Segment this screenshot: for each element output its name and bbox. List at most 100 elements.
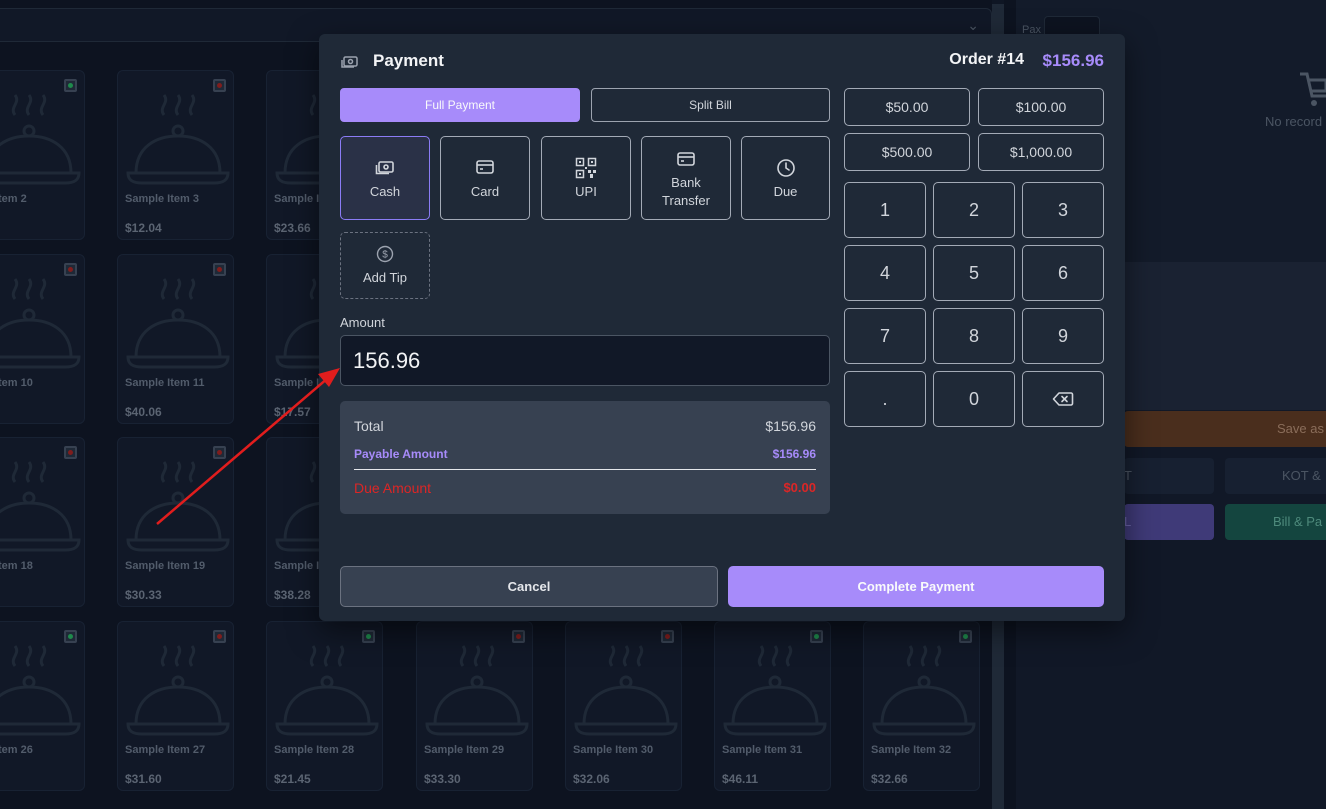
menu-item-name: Sample Item 19: [125, 560, 206, 572]
food-type-icon: [213, 446, 226, 459]
menu-item-card[interactable]: ple Item 245: [0, 70, 85, 240]
keypad-1[interactable]: 1: [844, 182, 926, 238]
quick-amount-100[interactable]: $100.00: [978, 88, 1104, 126]
due-amount-value: $0.00: [783, 480, 816, 495]
menu-item-card[interactable]: Sample Item 29 $33.30: [416, 621, 533, 791]
menu-item-name: ple Item 26: [0, 744, 33, 756]
menu-item-card[interactable]: Sample Item 27 $31.60: [117, 621, 234, 791]
menu-item-card[interactable]: Sample Item 32 $32.66: [863, 621, 980, 791]
due-label: Due: [773, 184, 798, 199]
due-method-button[interactable]: Due: [741, 136, 830, 220]
menu-item-name: Sample Item 11: [125, 377, 205, 389]
menu-item-price: $46.11: [722, 772, 759, 786]
card-method-button[interactable]: Card: [440, 136, 530, 220]
cash-label: Cash: [369, 184, 401, 199]
menu-item-price: $30.33: [125, 588, 162, 602]
no-records-text: No record: [1265, 114, 1323, 129]
cancel-button[interactable]: Cancel: [340, 566, 718, 607]
split-bill-tab[interactable]: Split Bill: [591, 88, 830, 122]
payment-summary: Total $156.96 Payable Amount $156.96 Due…: [340, 401, 830, 514]
menu-item-name: Sample Item 32: [871, 744, 952, 756]
keypad-5[interactable]: 5: [933, 245, 1015, 301]
food-type-icon: [64, 446, 77, 459]
menu-item-price: $38.28: [274, 588, 311, 602]
keypad-0[interactable]: 0: [933, 371, 1015, 427]
keypad-2[interactable]: 2: [933, 182, 1015, 238]
total-label: Total: [354, 418, 384, 434]
menu-item-price: $12.04: [125, 221, 162, 235]
menu-item-price: $33.30: [424, 772, 461, 786]
menu-item-card[interactable]: ple Item 1006: [0, 254, 85, 424]
menu-item-price: $40.06: [125, 405, 162, 419]
food-type-icon: [213, 79, 226, 92]
add-tip-button[interactable]: $ Add Tip: [340, 232, 430, 299]
keypad-6[interactable]: 6: [1022, 245, 1104, 301]
upi-label: UPI: [575, 184, 597, 199]
dollar-circle-icon: $: [341, 245, 429, 263]
menu-item-name: Sample Item 29: [424, 744, 505, 756]
complete-payment-button[interactable]: Complete Payment: [728, 566, 1104, 607]
food-type-icon: [959, 630, 972, 643]
food-type-icon: [213, 263, 226, 276]
total-value: $156.96: [765, 418, 816, 434]
quick-amount-500[interactable]: $500.00: [844, 133, 970, 171]
modal-title: Payment: [373, 51, 444, 70]
food-type-icon: [64, 630, 77, 643]
keypad-7[interactable]: 7: [844, 308, 926, 364]
menu-item-name: Sample Item 27: [125, 744, 206, 756]
bank-label-line1: Bank: [671, 175, 701, 190]
cart-icon: [1300, 72, 1326, 106]
menu-item-card[interactable]: ple Item 1856: [0, 437, 85, 607]
card-icon: [441, 159, 529, 175]
kot-print-button[interactable]: KOT &: [1225, 458, 1326, 494]
keypad-9[interactable]: 9: [1022, 308, 1104, 364]
menu-item-price: $23.66: [274, 221, 311, 235]
menu-item-name: Sample Item 3: [125, 193, 199, 205]
action-button[interactable]: L: [1124, 504, 1214, 540]
food-type-icon: [362, 630, 375, 643]
menu-item-price: $21.45: [274, 772, 311, 786]
menu-item-card[interactable]: Sample Item 30 $32.06: [565, 621, 682, 791]
menu-item-card[interactable]: ple Item 2638: [0, 621, 85, 791]
order-number: Order #14: [949, 51, 1024, 68]
menu-item-card[interactable]: Sample Item 19 $30.33: [117, 437, 234, 607]
bill-pay-button[interactable]: Bill & Pa: [1225, 504, 1326, 540]
food-type-icon: [512, 630, 525, 643]
cash-method-button[interactable]: Cash: [340, 136, 430, 220]
quick-amount-50[interactable]: $50.00: [844, 88, 970, 126]
menu-item-name: Sample Item 28: [274, 744, 355, 756]
order-total: $156.96: [1042, 51, 1104, 70]
menu-item-name: Sample It: [274, 560, 323, 572]
food-type-icon: [64, 79, 77, 92]
payment-icon: [341, 56, 358, 68]
keypad-8[interactable]: 8: [933, 308, 1015, 364]
keypad-backspace[interactable]: [1022, 371, 1104, 427]
card-label: Card: [470, 184, 500, 199]
upi-method-button[interactable]: UPI: [541, 136, 631, 220]
food-type-icon: [64, 263, 77, 276]
qr-code-icon: [542, 157, 630, 179]
keypad-4[interactable]: 4: [844, 245, 926, 301]
menu-item-name: Sample It: [274, 377, 323, 389]
svg-text:$: $: [382, 250, 388, 261]
quick-amount-1000[interactable]: $1,000.00: [978, 133, 1104, 171]
menu-item-name: Sample Item 30: [573, 744, 654, 756]
full-payment-tab[interactable]: Full Payment: [340, 88, 580, 122]
menu-item-card[interactable]: Sample Item 3 $12.04: [117, 70, 234, 240]
payable-amount-label: Payable Amount: [354, 447, 448, 461]
menu-item-card[interactable]: Sample Item 11 $40.06: [117, 254, 234, 424]
menu-item-name: ple Item 10: [0, 377, 33, 389]
bank-transfer-method-button[interactable]: Bank Transfer: [641, 136, 731, 220]
keypad-3[interactable]: 3: [1022, 182, 1104, 238]
menu-item-price: $32.66: [871, 772, 908, 786]
menu-item-card[interactable]: Sample Item 28 $21.45: [266, 621, 383, 791]
menu-item-card[interactable]: Sample Item 31 $46.11: [714, 621, 831, 791]
menu-item-price: $17.57: [274, 405, 311, 419]
payable-amount-value: $156.96: [772, 447, 816, 461]
menu-item-price: $31.60: [125, 772, 162, 786]
backspace-icon: [1052, 392, 1074, 406]
keypad-decimal[interactable]: .: [844, 371, 926, 427]
save-as-button[interactable]: Save as: [1124, 411, 1326, 447]
kot-button[interactable]: T: [1124, 458, 1214, 494]
amount-input[interactable]: [340, 335, 830, 386]
